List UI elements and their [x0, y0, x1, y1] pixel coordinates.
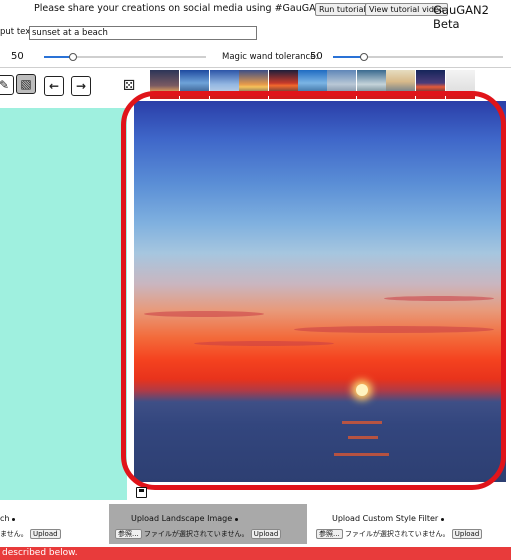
- magic-wand-fill: [333, 56, 363, 58]
- run-tutorial-button[interactable]: Run tutorial: [315, 3, 370, 16]
- highlight-outline: [121, 91, 506, 490]
- app-title: GauGAN2 Beta: [433, 3, 489, 31]
- redo-button[interactable]: →: [71, 76, 91, 96]
- save-icon[interactable]: [136, 487, 147, 498]
- sketch-upload-button[interactable]: Upload: [30, 529, 61, 539]
- magic-wand-slider[interactable]: [333, 53, 503, 61]
- sketch-file-status: ません。: [0, 530, 28, 538]
- share-message: Please share your creations on social me…: [34, 3, 323, 14]
- notice-text: described below.: [2, 548, 78, 558]
- bullet-dot: [440, 518, 444, 521]
- fill-tool-button[interactable]: ▧: [16, 74, 36, 94]
- sketch-upload-label: ch: [0, 514, 10, 523]
- magic-wand-label: Magic wand tolerance:: [222, 52, 319, 62]
- dice-icon[interactable]: ⚄: [123, 78, 135, 94]
- magic-wand-thumb[interactable]: [360, 53, 368, 61]
- style-filter-label: Upload Custom Style Filter: [332, 514, 439, 523]
- segmentation-canvas[interactable]: [0, 108, 127, 500]
- style-filter-browse-button[interactable]: 参照...: [316, 529, 343, 539]
- landscape-upload-section: Upload Landscape Image 参照... ファイルが選択されてい…: [113, 504, 307, 544]
- brush-size-value: 50: [11, 51, 24, 62]
- undo-arrow-icon: ←: [48, 79, 60, 93]
- landscape-upload-button[interactable]: Upload: [250, 529, 282, 539]
- brush-size-fill: [44, 56, 72, 58]
- notice-bar: described below.: [0, 547, 511, 560]
- brush-size-thumb[interactable]: [69, 53, 77, 61]
- pencil-tool-button[interactable]: ✎: [0, 75, 14, 95]
- fill-icon: ▧: [20, 77, 32, 91]
- bullet-dot: [234, 518, 238, 521]
- redo-arrow-icon: →: [75, 79, 87, 93]
- style-filter-file-status: ファイルが選択されていません。: [344, 530, 450, 538]
- landscape-file-status: ファイルが選択されていません。: [143, 530, 249, 538]
- divider: [0, 67, 511, 68]
- landscape-upload-label: Upload Landscape Image: [131, 514, 233, 523]
- brush-size-slider[interactable]: [44, 53, 206, 61]
- style-filter-upload-button[interactable]: Upload: [451, 529, 483, 539]
- text-prompt-input[interactable]: sunset at a beach: [29, 26, 257, 40]
- pencil-icon: ✎: [0, 78, 10, 92]
- landscape-browse-button[interactable]: 参照...: [115, 529, 142, 539]
- style-filter-upload-section: Upload Custom Style Filter 参照... ファイルが選択…: [314, 504, 511, 544]
- undo-button[interactable]: ←: [44, 76, 64, 96]
- bullet-dot: [12, 518, 16, 521]
- magic-wand-value: 50: [310, 51, 323, 62]
